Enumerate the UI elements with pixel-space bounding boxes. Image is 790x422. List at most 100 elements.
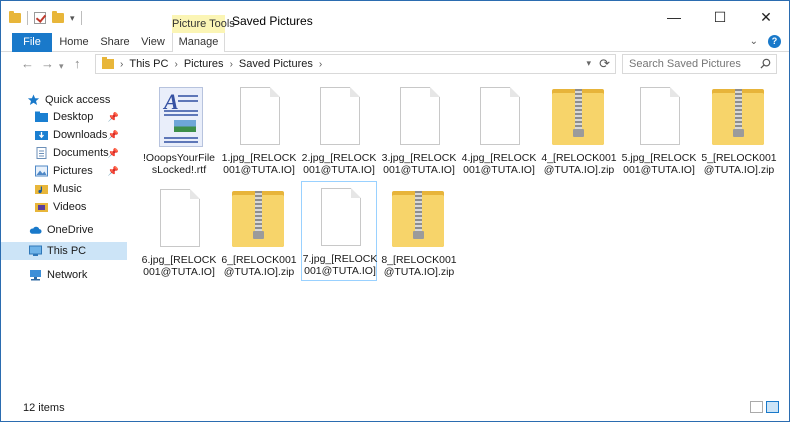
navigation-pane: Quick access Desktop 📌 Downloads 📌 Docum… xyxy=(1,83,129,393)
file-tile[interactable]: 7.jpg_[RELOCK001@TUTA.IO] xyxy=(301,181,377,281)
nav-item-music[interactable]: Music xyxy=(1,180,127,198)
pictures-folder-icon xyxy=(35,165,48,177)
toolbar-separator xyxy=(80,11,82,25)
breadcrumb-pictures[interactable]: Pictures xyxy=(184,58,224,70)
new-folder-icon[interactable] xyxy=(52,11,64,23)
nav-item-label: This PC xyxy=(47,245,87,257)
star-icon xyxy=(27,94,40,105)
zip-folder-icon xyxy=(389,187,449,253)
window-controls: — ☐ ✕ xyxy=(651,1,789,33)
search-input[interactable] xyxy=(629,57,754,71)
file-list: A !OoopsYourFilesLocked!.rtf 1.jpg_[RELO… xyxy=(135,81,785,391)
nav-item-this-pc[interactable]: This PC xyxy=(1,242,127,260)
nav-item-label: Videos xyxy=(53,201,87,213)
pin-icon[interactable]: 📌 xyxy=(108,166,119,177)
nav-item-documents[interactable]: Documents 📌 xyxy=(1,144,127,162)
blank-file-icon xyxy=(469,85,529,151)
explorer-window: ▾ Picture Tools Saved Pictures — ☐ ✕ Fil… xyxy=(0,0,790,422)
blank-file-icon xyxy=(389,85,449,151)
up-arrow-icon[interactable]: ↑ xyxy=(74,56,81,72)
nav-item-onedrive[interactable]: OneDrive xyxy=(1,221,127,239)
tab-share[interactable]: Share xyxy=(97,33,133,52)
file-name: 5.jpg_[RELOCK001@TUTA.IO] xyxy=(621,152,697,176)
chevron-right-icon[interactable]: › xyxy=(120,59,123,70)
maximize-button[interactable]: ☐ xyxy=(697,1,743,33)
tab-file[interactable]: File xyxy=(12,33,52,52)
breadcrumb-saved-pictures[interactable]: Saved Pictures xyxy=(239,58,313,70)
file-name: 8_[RELOCK001@TUTA.IO].zip xyxy=(381,254,457,278)
nav-item-label: Pictures xyxy=(53,165,93,177)
documents-folder-icon xyxy=(36,147,47,159)
blank-file-icon xyxy=(310,186,370,252)
close-button[interactable]: ✕ xyxy=(743,1,789,33)
tab-view[interactable]: View xyxy=(139,33,167,52)
file-tile[interactable]: 5.jpg_[RELOCK001@TUTA.IO] xyxy=(621,81,697,181)
file-name: 5_[RELOCK001@TUTA.IO].zip xyxy=(701,152,777,176)
nav-item-pictures[interactable]: Pictures 📌 xyxy=(1,162,127,180)
zip-folder-icon xyxy=(549,85,609,151)
file-name: 6.jpg_[RELOCK001@TUTA.IO] xyxy=(141,254,217,278)
toolbar-separator xyxy=(27,11,28,25)
expand-ribbon-icon[interactable]: ⌄ xyxy=(750,36,758,47)
properties-icon[interactable] xyxy=(34,12,46,24)
file-tile[interactable]: 5_[RELOCK001@TUTA.IO].zip xyxy=(701,81,777,181)
file-tile[interactable]: 2.jpg_[RELOCK001@TUTA.IO] xyxy=(301,81,377,181)
address-row: ← → ▾ ↑ › This PC › Pictures › Saved Pic… xyxy=(1,53,789,75)
file-tile[interactable]: 6_[RELOCK001@TUTA.IO].zip xyxy=(221,183,297,283)
desktop-folder-icon xyxy=(35,111,48,122)
file-tile[interactable]: 8_[RELOCK001@TUTA.IO].zip xyxy=(381,183,457,283)
folder-icon[interactable] xyxy=(9,11,21,23)
file-tile[interactable]: 4_[RELOCK001@TUTA.IO].zip xyxy=(541,81,617,181)
view-toggle xyxy=(750,401,779,413)
nav-item-label: Music xyxy=(53,183,82,195)
customize-toolbar-dropdown-icon[interactable]: ▾ xyxy=(70,13,75,23)
nav-item-label: Network xyxy=(47,269,88,281)
address-dropdown-icon[interactable]: ▾ xyxy=(586,58,591,69)
help-icon[interactable]: ? xyxy=(768,35,781,48)
file-name: 3.jpg_[RELOCK001@TUTA.IO] xyxy=(381,152,457,176)
ribbon-right-controls: ⌄ ? xyxy=(750,35,781,48)
zip-folder-icon xyxy=(709,85,769,151)
minimize-button[interactable]: — xyxy=(651,1,697,33)
chevron-right-icon[interactable]: › xyxy=(230,59,233,70)
tab-manage[interactable]: Manage xyxy=(172,33,225,52)
large-icons-view-icon[interactable] xyxy=(766,401,779,413)
file-tile[interactable]: 3.jpg_[RELOCK001@TUTA.IO] xyxy=(381,81,457,181)
file-tile[interactable]: 6.jpg_[RELOCK001@TUTA.IO] xyxy=(141,183,217,283)
network-icon xyxy=(30,270,41,281)
downloads-folder-icon xyxy=(35,131,48,140)
onedrive-cloud-icon xyxy=(29,226,42,234)
quick-access-toolbar: ▾ xyxy=(9,10,82,26)
recent-locations-chevron-icon[interactable]: ▾ xyxy=(59,58,64,74)
ribbon-tabs: File Home Share View Manage ⌄ ? xyxy=(1,33,789,52)
chevron-right-icon[interactable]: › xyxy=(174,59,177,70)
tab-home[interactable]: Home xyxy=(55,33,93,52)
file-name: 7.jpg_[RELOCK001@TUTA.IO] xyxy=(302,253,378,277)
nav-item-network[interactable]: Network xyxy=(1,266,127,284)
window-title: Saved Pictures xyxy=(232,14,313,28)
refresh-icon[interactable]: ⟳ xyxy=(599,56,610,72)
pin-icon[interactable]: 📌 xyxy=(108,112,119,123)
file-tile[interactable]: 4.jpg_[RELOCK001@TUTA.IO] xyxy=(461,81,537,181)
status-bar: 12 items xyxy=(1,395,789,421)
blank-file-icon xyxy=(629,85,689,151)
address-bar[interactable]: › This PC › Pictures › Saved Pictures › … xyxy=(95,54,616,74)
back-arrow-icon[interactable]: ← xyxy=(21,56,34,72)
nav-item-quick-access[interactable]: Quick access xyxy=(1,91,127,109)
details-view-icon[interactable] xyxy=(750,401,763,413)
file-tile[interactable]: 1.jpg_[RELOCK001@TUTA.IO] xyxy=(221,81,297,181)
breadcrumb-this-pc[interactable]: This PC xyxy=(129,58,168,70)
nav-item-downloads[interactable]: Downloads 📌 xyxy=(1,126,127,144)
pin-icon[interactable]: 📌 xyxy=(108,148,119,159)
nav-item-videos[interactable]: Videos xyxy=(1,198,127,216)
nav-item-label: Quick access xyxy=(45,94,111,106)
file-name: 1.jpg_[RELOCK001@TUTA.IO] xyxy=(221,152,297,176)
search-box[interactable] xyxy=(622,54,777,74)
zip-folder-icon xyxy=(229,187,289,253)
search-icon xyxy=(760,58,771,69)
chevron-right-icon[interactable]: › xyxy=(319,59,322,70)
file-tile[interactable]: A !OoopsYourFilesLocked!.rtf xyxy=(141,81,217,181)
nav-item-desktop[interactable]: Desktop 📌 xyxy=(1,108,127,126)
pin-icon[interactable]: 📌 xyxy=(108,130,119,141)
forward-arrow-icon[interactable]: → xyxy=(41,56,54,72)
